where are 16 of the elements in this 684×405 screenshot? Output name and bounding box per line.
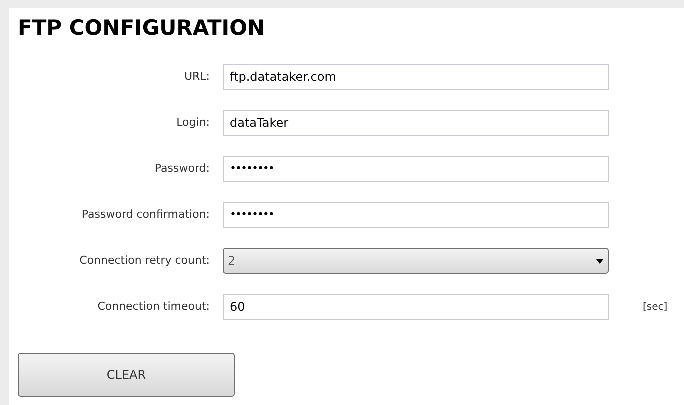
input-field[interactable]: 60 [223,294,609,320]
input-field[interactable]: dataTaker [223,110,609,136]
clear-button[interactable]: CLEAR [18,353,235,397]
field-label: URL: [183,68,211,85]
field-label: Connection timeout: [96,298,211,315]
field-label: Password: [154,160,211,177]
input-field[interactable]: ftp.datataker.com [223,64,609,90]
page-title: FTP CONFIGURATION [18,15,266,42]
field-label: Password confirmation: [80,206,211,223]
dropdown-arrow-icon [596,258,604,264]
field-label: Login: [176,114,211,131]
field-label: Connection retry count: [78,252,211,269]
retry-count-dropdown[interactable]: 2 [223,248,609,274]
password-field[interactable]: •••••••• [223,202,609,228]
password-field[interactable]: •••••••• [223,156,609,182]
unit-label: [sec] [643,300,668,314]
